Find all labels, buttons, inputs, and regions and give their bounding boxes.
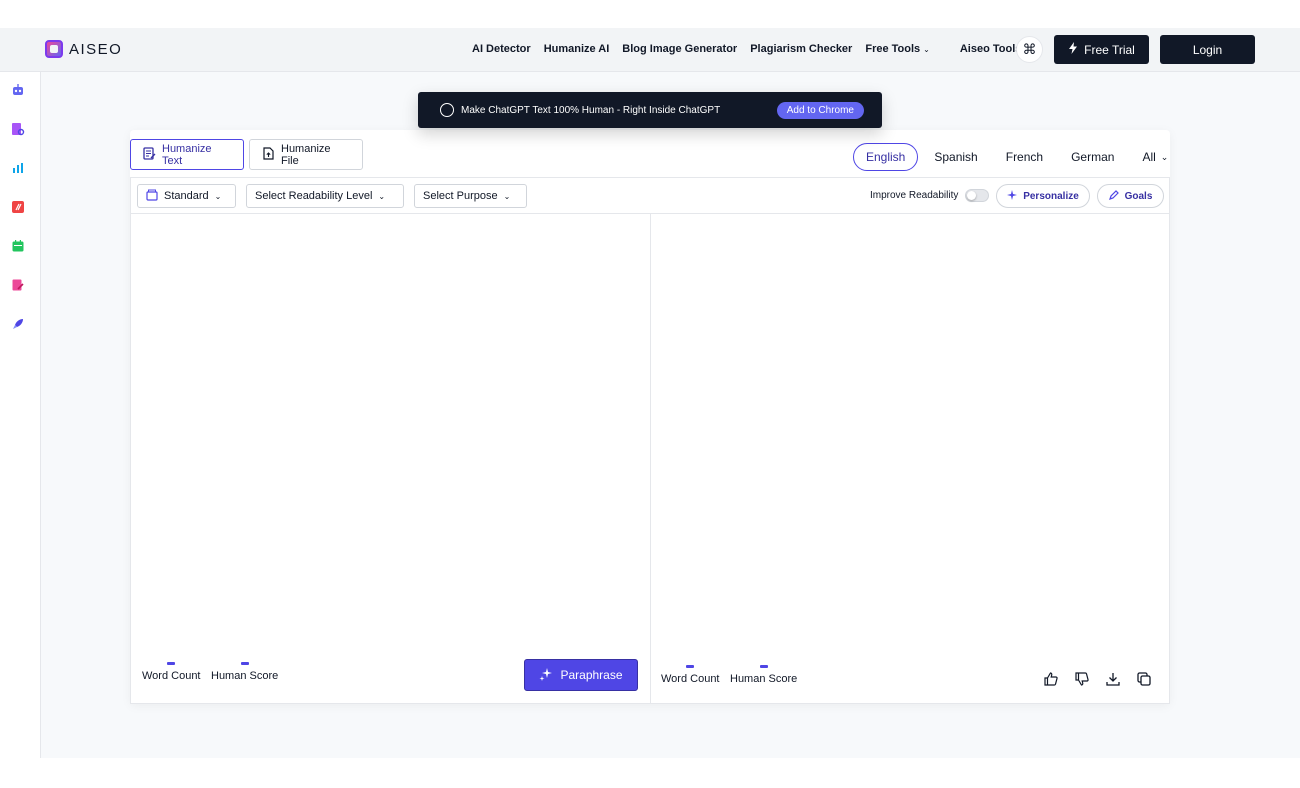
goals-label: Goals	[1124, 190, 1153, 202]
options-toolbar: Standard ⌄ Select Readability Level ⌄ Se…	[130, 177, 1170, 214]
nav-aiseo-tools-label: Aiseo Tools	[959, 43, 1022, 55]
chevron-down-icon: ⌄	[378, 191, 386, 201]
pencil-icon	[1108, 189, 1119, 203]
logo[interactable]: AISEO	[45, 40, 122, 58]
human-score-label: Human Score	[730, 673, 798, 685]
nav-links: AI Detector Humanize AI Blog Image Gener…	[472, 43, 1044, 55]
mode-select[interactable]: Standard ⌄	[137, 184, 236, 208]
download-icon[interactable]	[1105, 671, 1121, 687]
copy-icon[interactable]	[1136, 671, 1152, 687]
chevron-down-icon: ⌄	[214, 191, 222, 201]
human-score-indicator	[759, 665, 768, 668]
chrome-extension-banner: Make ChatGPT Text 100% Human - Right Ins…	[418, 92, 882, 128]
sidebar	[0, 72, 41, 758]
logo-text: AISEO	[69, 40, 123, 58]
language-spanish[interactable]: Spanish	[922, 143, 989, 171]
free-trial-label: Free Trial	[1084, 42, 1135, 57]
document-edit-icon	[143, 146, 156, 163]
input-text-panel[interactable]	[130, 214, 650, 704]
tab-humanize-file-label: Humanize File	[281, 142, 331, 167]
robot-icon[interactable]	[11, 83, 25, 97]
word-count-indicator	[686, 665, 695, 668]
lightning-icon	[1068, 42, 1078, 57]
nav-free-tools-label: Free Tools	[865, 43, 921, 55]
chevron-down-icon: ⌄	[1160, 151, 1169, 162]
chatgpt-icon	[440, 103, 454, 117]
output-actions	[1043, 671, 1152, 687]
paraphrase-label: Paraphrase	[560, 668, 623, 682]
purpose-select[interactable]: Select Purpose ⌄	[414, 184, 527, 208]
input-word-count: Word Count	[142, 662, 201, 682]
document-search-icon[interactable]	[11, 122, 25, 136]
thumbs-up-icon[interactable]	[1043, 671, 1059, 687]
command-button[interactable]: ⌘	[1016, 36, 1043, 63]
add-to-chrome-button[interactable]: Add to Chrome	[776, 102, 864, 119]
language-french[interactable]: French	[994, 143, 1055, 171]
readability-select[interactable]: Select Readability Level ⌄	[246, 184, 404, 208]
sparkle-icon	[1007, 189, 1018, 203]
output-text-panel	[650, 214, 1170, 704]
purpose-select-value: Select Purpose	[423, 190, 498, 202]
command-icon: ⌘	[1022, 41, 1037, 57]
nav-blog-image-generator[interactable]: Blog Image Generator	[622, 43, 737, 55]
edit-document-icon[interactable]	[11, 278, 25, 292]
nav-humanize-ai[interactable]: Humanize AI	[544, 43, 610, 55]
improve-readability-label: Improve Readability	[870, 190, 959, 201]
word-count-label: Word Count	[142, 670, 201, 682]
output-word-count: Word Count	[661, 665, 720, 685]
login-button[interactable]: Login	[1160, 35, 1255, 64]
sparkle-icon	[539, 667, 553, 684]
slash-icon[interactable]	[11, 200, 25, 214]
file-upload-icon	[262, 146, 275, 163]
chevron-down-icon: ⌄	[503, 191, 511, 201]
human-score-label: Human Score	[211, 670, 279, 682]
personalize-button[interactable]: Personalize	[996, 184, 1090, 208]
language-all-label: All	[1142, 150, 1156, 164]
free-trial-button[interactable]: Free Trial	[1054, 35, 1149, 64]
banner-text: Make ChatGPT Text 100% Human - Right Ins…	[461, 104, 721, 116]
tab-humanize-text-label: Humanize Text	[162, 142, 212, 167]
rocket-icon[interactable]	[11, 317, 25, 331]
box-icon	[146, 189, 158, 204]
paraphrase-button[interactable]: Paraphrase	[524, 659, 638, 691]
navbar: AISEO AI Detector Humanize AI Blog Image…	[0, 28, 1300, 72]
personalize-label: Personalize	[1023, 190, 1079, 202]
word-count-label: Word Count	[661, 673, 720, 685]
goals-button[interactable]: Goals	[1097, 184, 1164, 208]
chart-icon[interactable]	[11, 161, 25, 175]
word-count-indicator	[167, 662, 176, 665]
calendar-icon[interactable]	[11, 239, 25, 253]
tab-humanize-file[interactable]: Humanize File	[249, 139, 363, 170]
thumbs-down-icon[interactable]	[1074, 671, 1090, 687]
language-all-dropdown[interactable]: All ⌄	[1130, 143, 1180, 171]
language-english[interactable]: English	[853, 143, 919, 171]
mode-select-value: Standard	[164, 190, 209, 202]
nav-free-tools[interactable]: Free Tools ⌄	[865, 43, 930, 55]
chevron-down-icon: ⌄	[923, 45, 930, 54]
input-human-score: Human Score	[211, 662, 278, 682]
top-strip	[0, 0, 1300, 28]
nav-ai-detector[interactable]: AI Detector	[472, 43, 531, 55]
language-german[interactable]: German	[1059, 143, 1126, 171]
login-label: Login	[1192, 42, 1223, 57]
output-human-score: Human Score	[730, 665, 797, 685]
improve-readability-toggle[interactable]	[965, 189, 989, 202]
logo-icon	[45, 40, 63, 58]
nav-plagiarism-checker[interactable]: Plagiarism Checker	[750, 43, 852, 55]
language-selector: English Spanish French German All ⌄	[853, 143, 1184, 171]
readability-select-value: Select Readability Level	[255, 190, 373, 202]
tab-humanize-text[interactable]: Humanize Text	[130, 139, 244, 170]
human-score-indicator	[240, 662, 249, 665]
